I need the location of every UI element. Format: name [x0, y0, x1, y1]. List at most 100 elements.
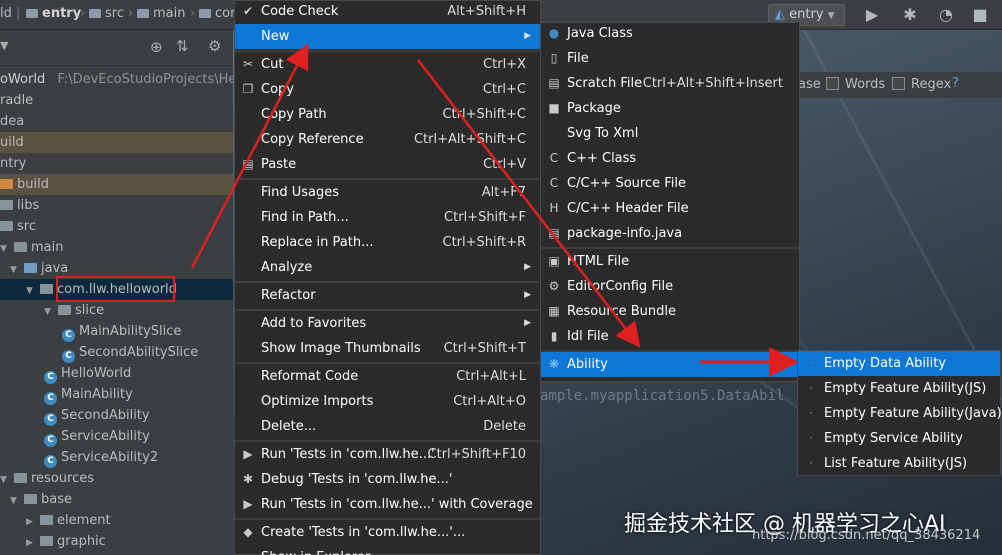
menu-item-ability[interactable]: ❋ Ability ▶: [541, 352, 799, 377]
tree-item[interactable]: libs: [0, 195, 233, 216]
tree-item[interactable]: src: [0, 216, 233, 237]
menu-item-show-image-thumbnails[interactable]: Show Image Thumbnails Ctrl+Shift+T: [235, 336, 540, 361]
menu-item-paste[interactable]: ▤ Paste Ctrl+V: [235, 152, 540, 177]
tree-item[interactable]: ▼ resources: [0, 468, 233, 489]
menu-item-run-tests-in-com-llw-he-with-coverage[interactable]: ▶ Run 'Tests in 'com.llw.he...' with Cove…: [235, 492, 540, 517]
menu-item-editorconfig-file[interactable]: ⚙ EditorConfig File: [541, 274, 799, 299]
menu-item-copy-path[interactable]: Copy Path Ctrl+Shift+C: [235, 102, 540, 127]
debug-icon[interactable]: ✱: [900, 5, 920, 25]
menu-item-empty-feature-ability-js[interactable]: · Empty Feature Ability(JS): [798, 376, 1000, 401]
tree-item-label: libs: [17, 198, 40, 213]
chevron-down-icon[interactable]: ▼: [10, 260, 20, 281]
tree-item[interactable]: ▶ element: [0, 510, 233, 531]
stop-icon[interactable]: ■: [970, 5, 990, 25]
help-icon[interactable]: ?: [952, 76, 959, 91]
breadcrumb-com[interactable]: cor: [199, 6, 235, 21]
breadcrumb-src[interactable]: src: [89, 6, 124, 21]
menu-item-add-to-favorites[interactable]: Add to Favorites ▶: [235, 311, 540, 336]
menu-item-html-file[interactable]: ▣ HTML File: [541, 249, 799, 274]
file-icon: ▯: [550, 51, 558, 65]
menu-item-replace-in-path[interactable]: Replace in Path... Ctrl+Shift+R: [235, 230, 540, 255]
regex-checkbox[interactable]: [892, 77, 905, 90]
tree-item[interactable]: C SecondAbilitySlice: [0, 342, 233, 363]
menu-item-show-in-explorer[interactable]: Show in Explorer: [235, 545, 540, 555]
menu-item-package-info-java[interactable]: ▤ package-info.java: [541, 221, 799, 246]
menu-item-c-c-header-file[interactable]: H C/C++ Header File: [541, 196, 799, 221]
tree-item[interactable]: uild: [0, 132, 233, 153]
menu-item-run-tests-in-com-llw-he[interactable]: ▶ Run 'Tests in 'com.llw.he...' Ctrl+Shift…: [235, 442, 540, 467]
menu-item-file[interactable]: ▯ File: [541, 46, 799, 71]
menu-item-code-check[interactable]: ✔ Code Check Alt+Shift+H: [235, 0, 540, 24]
menu-item-c-class[interactable]: C C++ Class: [541, 146, 799, 171]
menu-item-package[interactable]: ■ Package: [541, 96, 799, 121]
menu-item-list-feature-ability-js[interactable]: · List Feature Ability(JS): [798, 451, 1000, 476]
menu-item-shortcut: Delete: [483, 419, 526, 434]
tree-item[interactable]: C MainAbility: [0, 384, 233, 405]
menu-item-find-usages[interactable]: Find Usages Alt+F7: [235, 180, 540, 205]
locate-icon[interactable]: ⊕: [150, 38, 163, 56]
chevron-right-icon[interactable]: ▶: [26, 512, 36, 533]
menu-item-new[interactable]: New ▶: [235, 24, 540, 49]
breadcrumb-project[interactable]: ld: [0, 6, 12, 21]
menu-item-copy[interactable]: ❐ Copy Ctrl+C: [235, 77, 540, 102]
chevron-down-icon[interactable]: ▼: [0, 39, 8, 52]
tree-item[interactable]: ▼ base: [0, 489, 233, 510]
chevron-down-icon[interactable]: ▼: [44, 302, 54, 323]
tree-item[interactable]: radle: [0, 90, 233, 111]
breadcrumb-main[interactable]: main: [137, 6, 185, 21]
menu-item-debug-tests-in-com-llw-he[interactable]: ✱ Debug 'Tests in 'com.llw.he...': [235, 467, 540, 492]
menu-item-scratch-file[interactable]: ▤ Scratch File Ctrl+Alt+Shift+Insert: [541, 71, 799, 96]
menu-item-svg-to-xml[interactable]: Svg To Xml: [541, 121, 799, 146]
regex-option[interactable]: Regex: [892, 77, 951, 92]
chevron-right-icon[interactable]: ▶: [26, 533, 36, 554]
menu-item-analyze[interactable]: Analyze ▶: [235, 255, 540, 280]
menu-item-cut[interactable]: ✂ Cut Ctrl+X: [235, 52, 540, 77]
tree-item[interactable]: ntry: [0, 153, 233, 174]
tree-item[interactable]: C SecondAbility: [0, 405, 233, 426]
menu-item-reformat-code[interactable]: Reformat Code Ctrl+Alt+L: [235, 364, 540, 389]
menu-item-label: Resource Bundle: [567, 304, 677, 319]
tree-item[interactable]: C ServiceAbility: [0, 426, 233, 447]
folder-icon: [24, 263, 37, 273]
chevron-down-icon[interactable]: ▼: [0, 239, 10, 260]
run-icon[interactable]: ▶: [862, 5, 882, 25]
menu-item-create-tests-in-com-llw-he[interactable]: ◆ Create 'Tests in 'com.llw.he...'...: [235, 520, 540, 545]
tree-item[interactable]: ▶ graphic: [0, 531, 233, 552]
breadcrumb-entry[interactable]: entry: [26, 6, 81, 21]
menu-item-shortcut: Ctrl+Alt+L: [456, 369, 526, 384]
project-root-row[interactable]: oWorld F:\DevEcoStudioProjects\HelloW: [0, 69, 264, 90]
menu-item-find-in-path[interactable]: Find in Path... Ctrl+Shift+F: [235, 205, 540, 230]
menu-item-c-c-source-file[interactable]: C C/C++ Source File: [541, 171, 799, 196]
chevron-down-icon[interactable]: ▼: [0, 470, 10, 491]
menu-item-refactor[interactable]: Refactor ▶: [235, 283, 540, 308]
menu-item-label: Empty Service Ability: [824, 431, 964, 446]
menu-item-optimize-imports[interactable]: Optimize Imports Ctrl+Alt+O: [235, 389, 540, 414]
menu-item-label: Add to Favorites: [261, 316, 367, 331]
menu-item-label: Reformat Code: [261, 369, 359, 384]
tree-item[interactable]: build: [0, 174, 233, 195]
tree-item[interactable]: C MainAbilitySlice: [0, 321, 233, 342]
find-options-bar: ase Words Regex ?: [798, 72, 1002, 98]
gear-icon[interactable]: ⚙: [208, 37, 221, 55]
profile-icon[interactable]: ◔: [936, 5, 956, 25]
tree-item[interactable]: ▼ main: [0, 237, 233, 258]
words-option[interactable]: Words: [826, 77, 885, 92]
menu-item-resource-bundle[interactable]: ▦ Resource Bundle: [541, 299, 799, 324]
menu-item-label: HTML File: [567, 254, 630, 269]
menu-item-empty-service-ability[interactable]: · Empty Service Ability: [798, 426, 1000, 451]
tree-item[interactable]: ▼ slice: [0, 300, 233, 321]
menu-item-empty-feature-ability-java[interactable]: · Empty Feature Ability(Java): [798, 401, 1002, 426]
tree-item[interactable]: C ServiceAbility2: [0, 447, 233, 468]
tree-item[interactable]: C HelloWorld: [0, 363, 233, 384]
menu-item-empty-data-ability[interactable]: · Empty Data Ability: [798, 351, 1000, 376]
menu-item-idl-file[interactable]: ▮ Idl File: [541, 324, 799, 349]
menu-item-delete[interactable]: Delete... Delete: [235, 414, 540, 439]
tree-item[interactable]: dea: [0, 111, 233, 132]
menu-item-java-class[interactable]: ● Java Class: [541, 21, 799, 46]
chevron-down-icon[interactable]: ▼: [26, 281, 36, 302]
chevron-down-icon[interactable]: ▼: [10, 491, 20, 512]
words-checkbox[interactable]: [826, 77, 839, 90]
collapse-all-icon[interactable]: ⇅: [176, 37, 189, 55]
menu-item-copy-reference[interactable]: Copy Reference Ctrl+Alt+Shift+C: [235, 127, 540, 152]
ability-submenu: · Empty Data Ability · Empty Feature Abilit…: [797, 350, 1002, 476]
